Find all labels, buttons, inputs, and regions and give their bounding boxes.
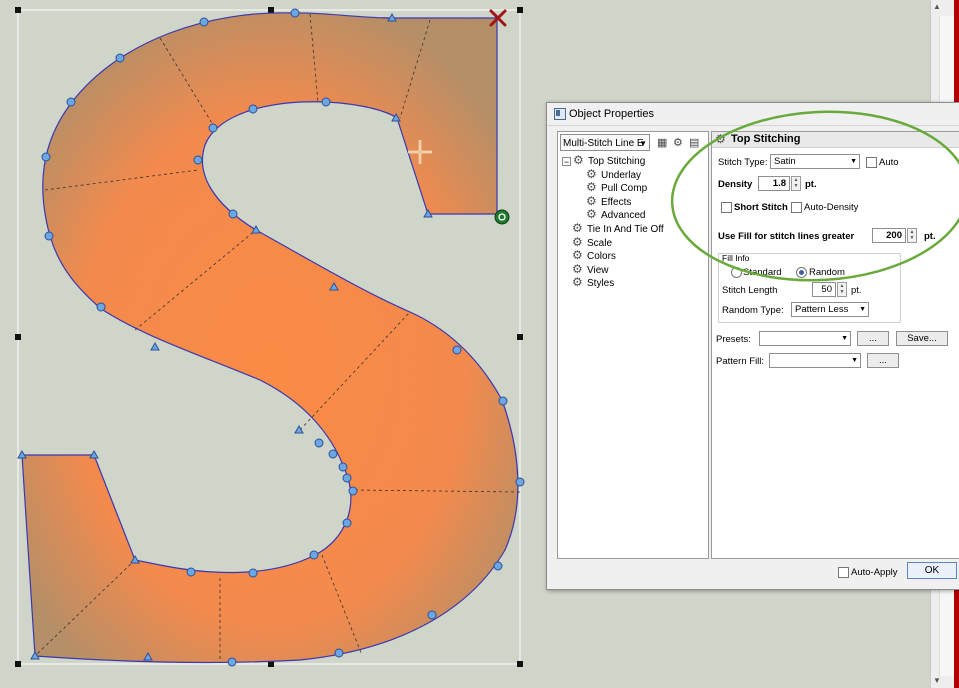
tree-item-top-stitching[interactable]: − ⚙ Top Stitching [562,153,706,168]
gear-icon: ⚙ [586,193,597,208]
tree-item-label: Effects [601,196,632,208]
fill-info-label: Fill Info [722,253,750,263]
density-unit: pt. [805,179,817,190]
use-fill-spinner[interactable]: ▲ ▼ [907,228,917,243]
auto-density-label: Auto-Density [804,202,859,213]
window-icon [554,108,566,120]
gear-icon: ⚙ [715,132,726,146]
gear-icon: ⚙ [572,220,583,235]
object-select[interactable]: Multi-Stitch Line E ▼ [560,134,650,151]
density-label: Density [718,179,753,190]
property-tree-pane: Multi-Stitch Line E ▼ ▦ ⚙ ▤ − ⚙ Top Stitch… [557,131,709,559]
random-label: Random [809,267,845,278]
tree-item-label: Underlay [601,169,642,181]
random-radio[interactable] [796,267,807,278]
auto-apply-label: Auto-Apply [851,567,898,578]
gear-icon: ⚙ [572,248,583,263]
chevron-down-icon: ▼ [850,158,857,165]
gear-icon: ⚙ [586,207,597,222]
auto-checkbox[interactable] [866,157,877,168]
tree-item-colors[interactable]: ⚙ Colors [562,249,706,263]
presets-select[interactable]: ▼ [759,331,851,346]
auto-density-checkbox[interactable] [791,202,802,213]
tree-item-label: Pull Comp [601,183,648,195]
object-properties-dialog: Object Properties Multi-Stitch Line E ▼ … [546,102,959,590]
chevron-down-icon: ▼ [859,306,866,313]
chevron-down-icon: ▼ [841,335,848,342]
object-select-value: Multi-Stitch Line E [563,138,644,149]
tree-item-effects[interactable]: ⚙ Effects [562,193,706,209]
properties-pane: ⚙ Top Stitching Stitch Type: Satin ▼ Aut… [711,131,959,559]
use-fill-input[interactable]: 200 [872,228,906,243]
density-input[interactable]: 1.8 [758,176,790,191]
pattern-fill-select[interactable]: ▼ [769,353,861,368]
tree-item-label: Colors [587,251,616,263]
save-icon[interactable]: ▦ [657,136,667,149]
auto-apply-checkbox[interactable] [838,567,849,578]
property-tree: − ⚙ Top Stitching ⚙ Underlay ⚙ Pull Comp ⚙ Ef… [562,153,706,290]
stitch-type-value: Satin [774,156,796,167]
stitch-length-label: Stitch Length [722,285,778,296]
presets-label: Presets: [716,334,751,345]
section-title: Top Stitching [731,133,801,145]
gear-icon: ⚙ [572,261,583,276]
stitch-length-input[interactable]: 50 [812,282,836,297]
gears-icon[interactable]: ⚙ [673,136,683,149]
ok-button[interactable]: OK [907,562,957,579]
scroll-down-icon[interactable]: ▼ [933,676,941,685]
random-type-label: Random Type: [722,305,784,316]
tree-item-label: Top Stitching [588,156,646,167]
load-icon[interactable]: ▤ [689,136,699,149]
gear-icon: ⚙ [572,275,583,290]
chevron-down-icon: ▼ [639,139,647,148]
gear-icon: ⚙ [573,153,584,167]
tree-item-label: Tie In And Tie Off [587,223,664,235]
density-spinner[interactable]: ▲ ▼ [791,176,801,191]
stitch-length-unit: pt. [851,285,862,296]
tree-item-advanced[interactable]: ⚙ Advanced [562,208,706,222]
stitch-type-label: Stitch Type: [718,157,768,168]
chevron-down-icon: ▼ [851,357,858,364]
use-fill-label: Use Fill for stitch lines greater [718,231,855,242]
gear-icon: ⚙ [586,166,597,181]
gear-icon: ⚙ [572,234,583,249]
standard-label: Standard [743,267,782,278]
short-stitch-checkbox[interactable] [721,202,732,213]
tree-item-view[interactable]: ⚙ View [562,261,706,277]
stitch-type-select[interactable]: Satin ▼ [770,154,860,169]
tree-item-scale[interactable]: ⚙ Scale [562,234,706,250]
pattern-fill-label: Pattern Fill: [716,356,765,367]
dialog-titlebar[interactable]: Object Properties [547,103,959,126]
auto-label: Auto [879,157,899,168]
fill-info-group: Fill Info Standard Random Stitch Length … [718,253,901,323]
random-type-select[interactable]: Pattern Less ▼ [791,302,869,317]
start-point-marker[interactable] [494,209,510,225]
tree-item-tie-in-and-tie-off[interactable]: ⚙ Tie In And Tie Off [562,220,706,236]
standard-radio[interactable] [731,267,742,278]
pattern-fill-browse-button[interactable]: ... [867,353,899,368]
section-header: ⚙ Top Stitching [712,132,959,148]
stitch-length-spinner[interactable]: ▲ ▼ [837,282,847,297]
presets-browse-button[interactable]: ... [857,331,889,346]
gear-icon: ⚙ [586,180,597,195]
short-stitch-label: Short Stitch [734,202,788,213]
collapse-icon[interactable]: − [562,156,571,166]
random-type-value: Pattern Less [795,304,849,315]
tree-item-underlay[interactable]: ⚙ Underlay [562,166,706,182]
tree-item-label: Styles [587,278,615,290]
tree-item-label: View [587,264,609,276]
tree-item-pull-comp[interactable]: ⚙ Pull Comp [562,181,706,195]
scroll-up-icon[interactable]: ▲ [933,2,941,11]
dialog-title: Object Properties [569,108,654,120]
save-preset-button[interactable]: Save... [896,331,948,346]
use-fill-unit: pt. [924,231,936,242]
tree-item-label: Advanced [601,210,646,222]
tree-item-styles[interactable]: ⚙ Styles [562,276,706,290]
tree-item-label: Scale [587,237,613,249]
